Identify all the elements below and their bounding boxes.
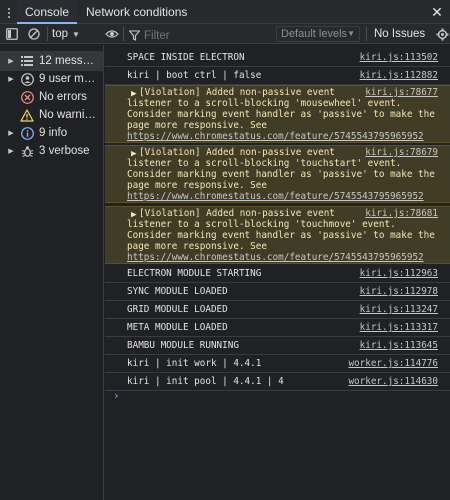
violation-message: ▶ [Violation] Added non-passive event li… bbox=[105, 145, 450, 203]
console-message: kiri | init pool | 4.4.1 | 4 worker.js:1… bbox=[105, 373, 450, 391]
message-text: page more responsive. See bbox=[127, 180, 267, 191]
sidebar-item-label: No errors bbox=[39, 91, 87, 103]
error-icon bbox=[20, 90, 34, 104]
drag-handle-icon[interactable] bbox=[5, 0, 17, 24]
message-text: META MODULE LOADED bbox=[127, 322, 228, 333]
filter-input[interactable] bbox=[126, 28, 270, 44]
sidebar-item-info[interactable]: ▶ 9 info bbox=[0, 123, 103, 143]
eye-icon[interactable] bbox=[102, 24, 122, 44]
console-message: SYNC MODULE LOADED kiri.js:112978 bbox=[105, 283, 450, 301]
sidebar-item-label: 3 verbose bbox=[39, 145, 90, 157]
issues-counter[interactable]: No Issues bbox=[374, 24, 425, 44]
sidebar-item-messages[interactable]: ▶ 12 messa… bbox=[0, 51, 103, 71]
log-levels-dropdown[interactable]: Default levels ▼ bbox=[276, 26, 360, 42]
source-link[interactable]: kiri.js:78679 bbox=[365, 147, 438, 158]
user-icon bbox=[20, 72, 34, 86]
console-message: GRID MODULE LOADED kiri.js:113247 bbox=[105, 301, 450, 319]
toggle-sidebar-icon[interactable] bbox=[2, 24, 22, 44]
sidebar-item-label: 9 user m… bbox=[39, 73, 96, 85]
message-text: BAMBU MODULE RUNNING bbox=[127, 340, 239, 351]
chromestatus-link[interactable]: https://www.chromestatus.com/feature/574… bbox=[127, 191, 424, 202]
chromestatus-link[interactable]: https://www.chromestatus.com/feature/574… bbox=[127, 252, 424, 263]
console-message: kiri | boot ctrl | false kiri.js:112882 bbox=[105, 67, 450, 85]
console-toolbar: top▼ Default levels▼ No Issues bbox=[0, 24, 450, 44]
close-drawer-icon[interactable]: ✕ bbox=[430, 0, 444, 24]
message-text: page more responsive. See bbox=[127, 241, 267, 252]
source-link[interactable]: kiri.js:112978 bbox=[360, 286, 438, 297]
console-message: BAMBU MODULE RUNNING kiri.js:113645 bbox=[105, 337, 450, 355]
sidebar-item-user-messages[interactable]: ▶ 9 user m… bbox=[0, 69, 103, 89]
message-text: SYNC MODULE LOADED bbox=[127, 286, 228, 297]
clear-console-icon[interactable] bbox=[24, 24, 44, 44]
source-link[interactable]: worker.js:114776 bbox=[348, 358, 438, 369]
sidebar-item-warnings[interactable]: No warni… bbox=[0, 105, 103, 125]
warning-icon bbox=[20, 108, 34, 122]
filter-icon bbox=[128, 28, 141, 46]
sidebar-item-label: No warni… bbox=[39, 109, 96, 121]
message-text: Consider marking event handler as 'passi… bbox=[127, 169, 435, 180]
message-text: SPACE INSIDE ELECTRON bbox=[127, 52, 245, 63]
message-text: [Violation] Added non-passive event bbox=[139, 87, 335, 98]
context-selector[interactable]: top ▼ bbox=[52, 24, 80, 44]
bug-icon bbox=[20, 144, 34, 158]
source-link[interactable]: kiri.js:112963 bbox=[360, 268, 438, 279]
source-link[interactable]: kiri.js:113502 bbox=[360, 52, 438, 63]
console-sidebar: ▶ 12 messa… ▶ 9 user m… No errors No war… bbox=[0, 45, 104, 500]
console-message: SPACE INSIDE ELECTRON kiri.js:113502 bbox=[105, 49, 450, 67]
devtools-tabbar: Console Network conditions ✕ bbox=[0, 0, 450, 24]
source-link[interactable]: kiri.js:113645 bbox=[360, 340, 438, 351]
message-text: listener to a scroll-blocking 'touchstar… bbox=[127, 158, 402, 169]
sidebar-item-verbose[interactable]: ▶ 3 verbose bbox=[0, 141, 103, 161]
chromestatus-link[interactable]: https://www.chromestatus.com/feature/574… bbox=[127, 131, 424, 142]
console-message: META MODULE LOADED kiri.js:113317 bbox=[105, 319, 450, 337]
tab-network-conditions[interactable]: Network conditions bbox=[78, 0, 195, 24]
source-link[interactable]: kiri.js:78681 bbox=[365, 208, 438, 219]
message-text: page more responsive. See bbox=[127, 120, 267, 131]
violation-message: ▶ [Violation] Added non-passive event li… bbox=[105, 206, 450, 264]
console-message: kiri | init work | 4.4.1 worker.js:11477… bbox=[105, 355, 450, 373]
sidebar-item-label: 9 info bbox=[39, 127, 68, 139]
message-text: listener to a scroll-blocking 'touchmove… bbox=[127, 219, 396, 230]
message-text: kiri | init work | 4.4.1 bbox=[127, 358, 262, 369]
expand-arrow-icon[interactable]: ▶ bbox=[4, 129, 18, 137]
message-text: [Violation] Added non-passive event bbox=[139, 208, 335, 219]
message-text: Consider marking event handler as 'passi… bbox=[127, 109, 435, 120]
console-output[interactable]: SPACE INSIDE ELECTRON kiri.js:113502 kir… bbox=[105, 45, 450, 500]
message-text: kiri | init pool | 4.4.1 | 4 bbox=[127, 376, 284, 387]
info-icon bbox=[20, 126, 34, 140]
message-text: listener to a scroll-blocking 'mousewhee… bbox=[127, 98, 402, 109]
filter-field[interactable] bbox=[126, 26, 270, 44]
expand-arrow-icon[interactable]: ▶ bbox=[4, 147, 18, 155]
source-link[interactable]: worker.js:114630 bbox=[348, 376, 438, 387]
source-link[interactable]: kiri.js:112882 bbox=[360, 70, 438, 81]
tab-console[interactable]: Console bbox=[17, 0, 78, 24]
gear-icon[interactable] bbox=[436, 24, 450, 44]
console-message: ELECTRON MODULE STARTING kiri.js:112963 bbox=[105, 265, 450, 283]
sidebar-item-errors[interactable]: No errors bbox=[0, 87, 103, 107]
message-text: Consider marking event handler as 'passi… bbox=[127, 230, 435, 241]
expand-arrow-icon[interactable]: ▶ bbox=[4, 57, 18, 65]
sidebar-item-label: 12 messa… bbox=[39, 55, 99, 67]
source-link[interactable]: kiri.js:113317 bbox=[360, 322, 438, 333]
message-text: ELECTRON MODULE STARTING bbox=[127, 268, 262, 279]
violation-message: ▶ [Violation] Added non-passive event li… bbox=[105, 85, 450, 143]
console-prompt-chevron-icon[interactable]: › bbox=[113, 389, 120, 402]
expand-arrow-icon[interactable]: ▶ bbox=[4, 75, 18, 83]
message-text: [Violation] Added non-passive event bbox=[139, 147, 335, 158]
message-text: kiri | boot ctrl | false bbox=[127, 70, 262, 81]
list-icon bbox=[20, 54, 34, 68]
source-link[interactable]: kiri.js:113247 bbox=[360, 304, 438, 315]
source-link[interactable]: kiri.js:78677 bbox=[365, 87, 438, 98]
message-text: GRID MODULE LOADED bbox=[127, 304, 228, 315]
